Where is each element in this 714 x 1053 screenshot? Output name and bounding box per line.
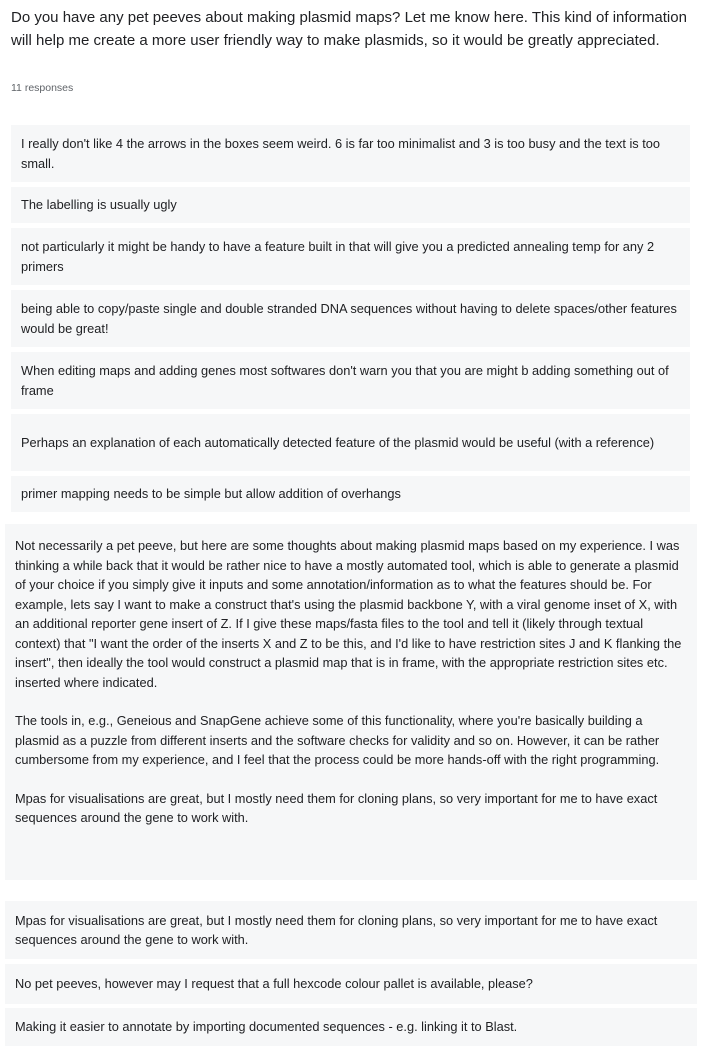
- response-item: Making it easier to annotate by importin…: [5, 1008, 697, 1046]
- response-paragraph: The tools in, e.g., Geneious and SnapGen…: [15, 713, 660, 767]
- response-text: not particularly it might be handy to ha…: [21, 239, 655, 274]
- response-paragraph: Not necessarily a pet peeve, but here ar…: [15, 538, 682, 690]
- response-item: being able to copy/paste single and doub…: [11, 290, 690, 347]
- response-text: being able to copy/paste single and doub…: [21, 301, 677, 336]
- response-item: Mpas for visualisations are great, but I…: [5, 901, 697, 959]
- response-text: Making it easier to annotate by importin…: [15, 1019, 518, 1035]
- response-text: Mpas for visualisations are great, but I…: [15, 912, 658, 948]
- response-text: When editing maps and adding genes most …: [21, 363, 669, 398]
- response-text: Perhaps an explanation of each automatic…: [21, 434, 655, 450]
- response-item: Not necessarily a pet peeve, but here ar…: [5, 524, 697, 880]
- response-item: Perhaps an explanation of each automatic…: [11, 414, 690, 471]
- response-text: I really don't like 4 the arrows in the …: [21, 136, 661, 171]
- response-text: primer mapping needs to be simple but al…: [21, 486, 401, 502]
- response-item: I really don't like 4 the arrows in the …: [11, 125, 690, 182]
- response-paragraph: Mpas for visualisations are great, but I…: [15, 790, 658, 826]
- response-item: The labelling is usually ugly: [11, 187, 690, 223]
- question-title: Do you have any pet peeves about making …: [11, 9, 687, 49]
- response-item: When editing maps and adding genes most …: [11, 352, 690, 409]
- response-text: No pet peeves, however may I request tha…: [15, 976, 533, 992]
- response-item: not particularly it might be handy to ha…: [11, 228, 690, 285]
- response-item: No pet peeves, however may I request tha…: [5, 964, 697, 1004]
- response-count: 11 responses: [11, 82, 74, 94]
- response-text: The labelling is usually ugly: [21, 197, 177, 213]
- response-item: primer mapping needs to be simple but al…: [11, 476, 690, 512]
